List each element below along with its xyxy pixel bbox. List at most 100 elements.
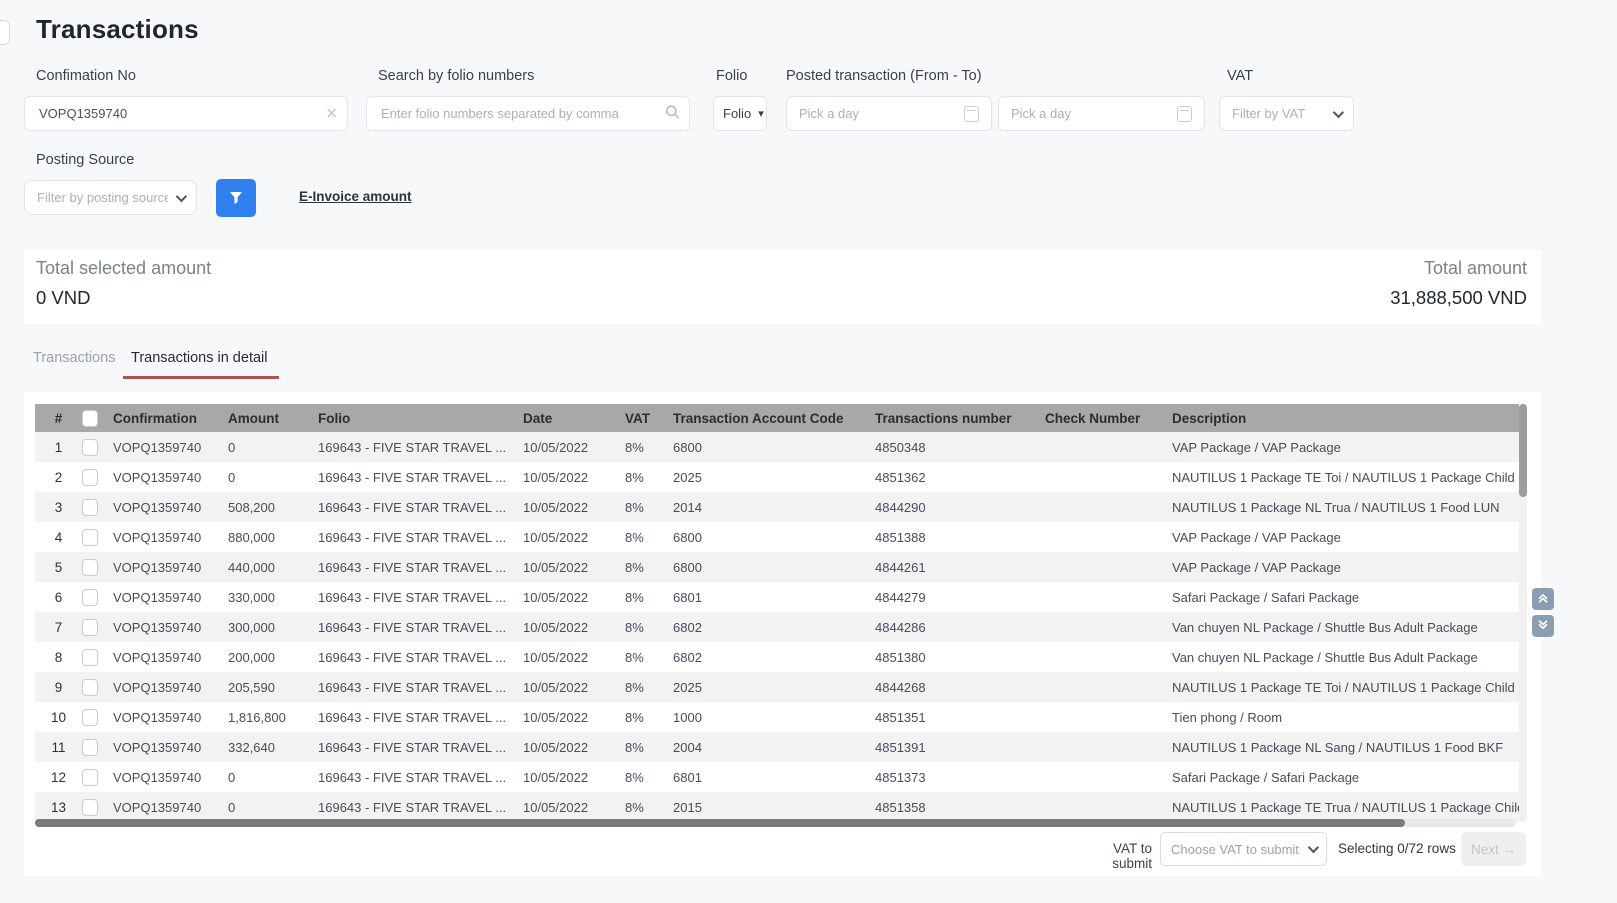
apply-filter-button[interactable] [216,179,256,217]
cell-folio: 169643 - FIVE STAR TRAVEL ... [318,620,523,635]
row-checkbox[interactable] [82,559,98,576]
table-row: 11VOPQ1359740332,640169643 - FIVE STAR T… [35,732,1519,762]
cell-account-code: 6801 [673,770,875,785]
confirmation-no-input[interactable] [24,96,348,131]
cell-account-code: 6800 [673,530,875,545]
posting-source-dropdown[interactable]: Filter by posting source [24,180,197,215]
cell-transaction-number: 4844261 [875,560,1045,575]
cell-row-number: 10 [35,710,82,725]
vat-to-submit-placeholder: Choose VAT to submit [1171,842,1300,857]
cell-vat: 8% [625,590,673,605]
row-checkbox[interactable] [82,439,98,456]
cell-row-number: 4 [35,530,82,545]
cell-date: 10/05/2022 [523,770,625,785]
header-date: Date [523,411,625,426]
cell-amount: 300,000 [228,620,318,635]
posted-transaction-label: Posted transaction (From - To) [786,68,982,84]
chevron-down-icon [1308,842,1319,853]
cell-amount: 508,200 [228,500,318,515]
cell-row-number: 3 [35,500,82,515]
double-chevron-up-icon [1537,592,1549,607]
table-row: 2VOPQ13597400169643 - FIVE STAR TRAVEL .… [35,462,1519,492]
tab-transactions-in-detail[interactable]: Transactions in detail [131,350,267,366]
row-checkbox[interactable] [82,529,98,546]
cell-description: Safari Package / Safari Package [1172,770,1519,785]
cell-date: 10/05/2022 [523,560,625,575]
row-checkbox[interactable] [82,769,98,786]
row-checkbox[interactable] [82,469,98,486]
chevron-down-icon [176,190,187,201]
date-from-picker[interactable]: Pick a day [786,96,992,131]
row-checkbox[interactable] [82,739,98,756]
table-row: 12VOPQ13597400169643 - FIVE STAR TRAVEL … [35,762,1519,792]
cell-folio: 169643 - FIVE STAR TRAVEL ... [318,560,523,575]
cell-amount: 0 [228,470,318,485]
table-row: 10VOPQ13597401,816,800169643 - FIVE STAR… [35,702,1519,732]
vat-label: VAT [1227,68,1253,84]
edge-partial-button[interactable] [0,20,10,45]
cell-folio: 169643 - FIVE STAR TRAVEL ... [318,440,523,455]
table-body: 1VOPQ13597400169643 - FIVE STAR TRAVEL .… [35,432,1519,822]
cell-amount: 0 [228,440,318,455]
header-check-number: Check Number [1045,411,1172,426]
cell-date: 10/05/2022 [523,620,625,635]
vertical-scrollbar[interactable] [1519,404,1527,822]
vat-dropdown-placeholder: Filter by VAT [1232,106,1325,121]
vat-to-submit-dropdown[interactable]: Choose VAT to submit [1160,832,1327,866]
cell-description: VAP Package / VAP Package [1172,560,1519,575]
row-checkbox[interactable] [82,589,98,606]
cell-vat: 8% [625,560,673,575]
cell-row-number: 9 [35,680,82,695]
folio-search-field[interactable] [366,96,690,131]
header-vat: VAT [625,411,673,426]
row-checkbox[interactable] [82,799,98,816]
cell-description: Safari Package / Safari Package [1172,590,1519,605]
posting-source-placeholder: Filter by posting source [37,190,168,205]
cell-amount: 0 [228,800,318,815]
cell-vat: 8% [625,740,673,755]
cell-amount: 0 [228,770,318,785]
date-to-picker[interactable]: Pick a day [998,96,1205,131]
header-row-number: # [35,411,82,426]
table-row: 6VOPQ1359740330,000169643 - FIVE STAR TR… [35,582,1519,612]
cell-confirmation: VOPQ1359740 [113,470,228,485]
folio-dropdown[interactable]: Folio ▾ [713,96,767,131]
next-button[interactable]: Next → [1461,832,1526,866]
cell-confirmation: VOPQ1359740 [113,740,228,755]
cell-vat: 8% [625,470,673,485]
total-selected-label: Total selected amount [36,258,211,279]
clear-icon[interactable]: ✕ [325,106,338,121]
table-row: 13VOPQ13597400169643 - FIVE STAR TRAVEL … [35,792,1519,822]
cell-folio: 169643 - FIVE STAR TRAVEL ... [318,770,523,785]
horizontal-scrollbar-thumb[interactable] [35,819,1405,827]
horizontal-scrollbar[interactable] [35,819,1516,827]
row-checkbox[interactable] [82,709,98,726]
date-from-placeholder: Pick a day [799,106,956,121]
cell-description: Van chuyen NL Package / Shuttle Bus Adul… [1172,620,1519,635]
select-all-checkbox[interactable] [82,410,98,427]
row-checkbox[interactable] [82,679,98,696]
cell-date: 10/05/2022 [523,440,625,455]
tab-transactions[interactable]: Transactions [33,350,115,366]
folio-dropdown-value: Folio [723,106,751,121]
cell-account-code: 2004 [673,740,875,755]
row-checkbox[interactable] [82,649,98,666]
scroll-to-top-button[interactable] [1532,588,1554,610]
totals-card: Total selected amount 0 VND Total amount… [24,250,1541,324]
row-checkbox[interactable] [82,499,98,516]
vertical-scrollbar-thumb[interactable] [1519,404,1527,497]
confirmation-no-field[interactable]: ✕ [24,96,348,131]
scroll-to-bottom-button[interactable] [1532,615,1554,637]
table-header-row: # Confirmation Amount Folio Date VAT Tra… [35,404,1519,432]
cell-row-number: 1 [35,440,82,455]
table-row: 5VOPQ1359740440,000169643 - FIVE STAR TR… [35,552,1519,582]
cell-account-code: 6802 [673,650,875,665]
cell-transaction-number: 4844286 [875,620,1045,635]
cell-description: NAUTILUS 1 Package TE Toi / NAUTILUS 1 P… [1172,680,1519,695]
folio-search-input[interactable] [366,96,690,131]
cell-confirmation: VOPQ1359740 [113,770,228,785]
einvoice-amount-link[interactable]: E-Invoice amount [299,189,412,204]
cell-date: 10/05/2022 [523,500,625,515]
vat-dropdown[interactable]: Filter by VAT [1219,96,1354,131]
row-checkbox[interactable] [82,619,98,636]
